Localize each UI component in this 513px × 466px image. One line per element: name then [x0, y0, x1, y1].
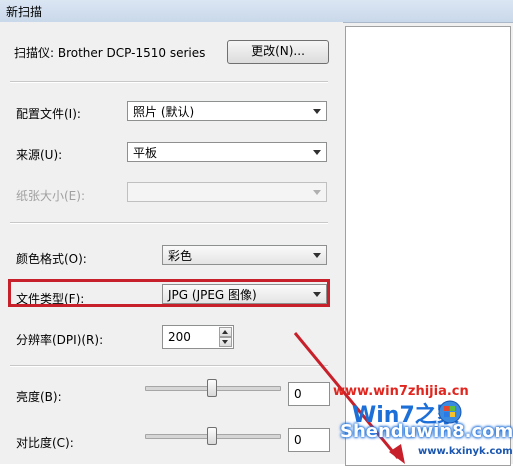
watermark-brand: Shenduwin8.com [340, 421, 513, 442]
scan-dialog: 新扫描 扫描仪: Brother DCP-1510 series 更改(N)..… [0, 0, 513, 466]
watermark-subsite: www.kxinyk.com [418, 446, 513, 457]
watermark-url: www.win7zhijia.cn [333, 384, 469, 399]
